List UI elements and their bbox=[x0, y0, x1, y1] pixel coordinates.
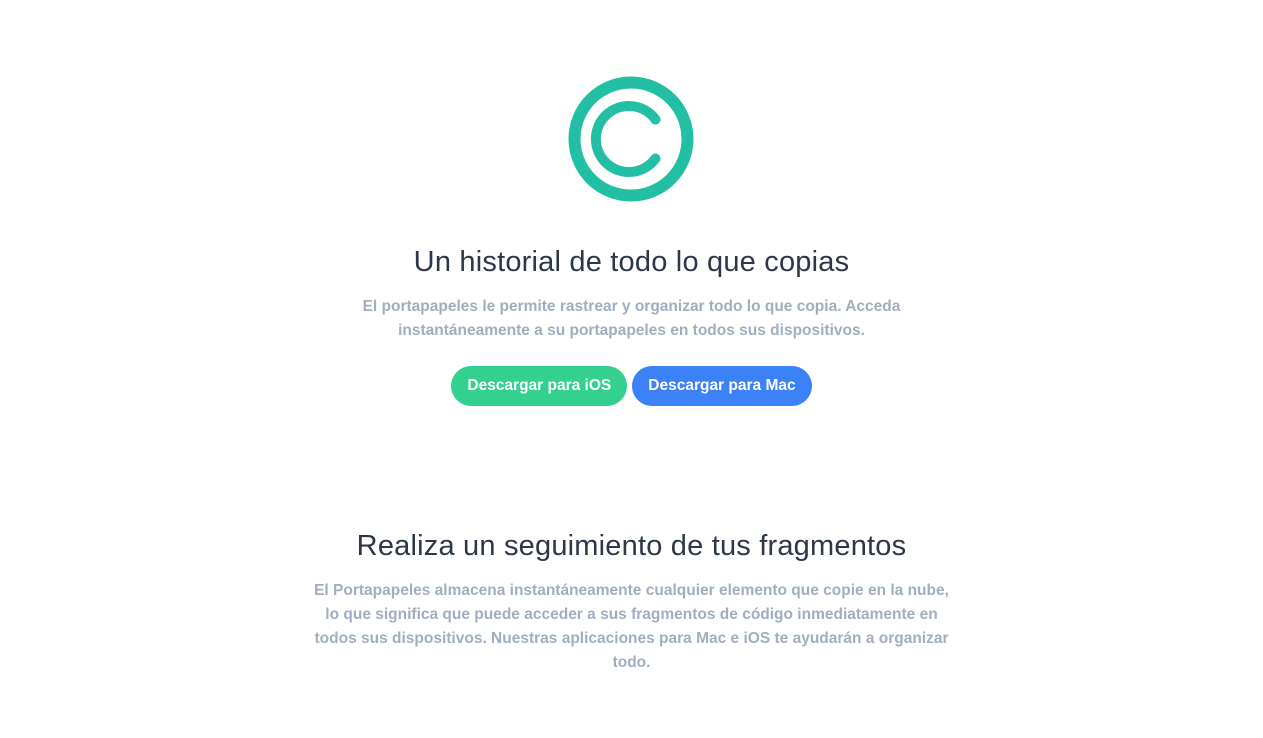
hero-description: El portapapeles le permite rastrear y or… bbox=[362, 298, 901, 339]
download-mac-button[interactable]: Descargar para Mac bbox=[632, 366, 812, 406]
download-buttons: Descargar para iOS Descargar para Mac bbox=[0, 366, 1263, 406]
feature-description: El Portapapeles almacena instantáneament… bbox=[314, 582, 949, 671]
feature-title: Realiza un seguimiento de tus fragmentos bbox=[356, 530, 907, 562]
landing-page: Un historial de todo lo que copias El po… bbox=[0, 0, 1263, 738]
copyright-icon bbox=[568, 76, 694, 202]
download-ios-button[interactable]: Descargar para iOS bbox=[451, 366, 628, 406]
hero-title: Un historial de todo lo que copias bbox=[413, 246, 850, 278]
